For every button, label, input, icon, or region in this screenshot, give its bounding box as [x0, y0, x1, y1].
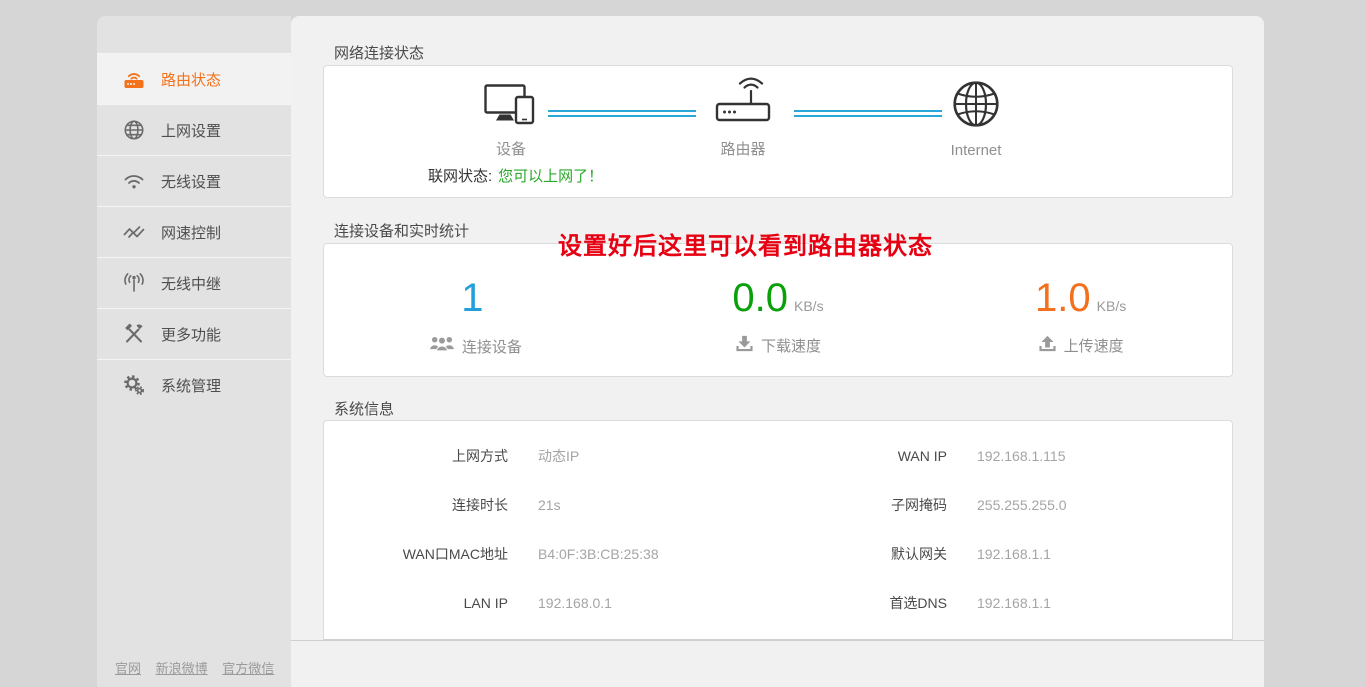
- router-admin-page: 路由状态 上网设置 无线设置 网速控制 无线中继: [0, 0, 1365, 687]
- info-value: B4:0F:3B:CB:25:38: [538, 546, 659, 562]
- info-label: 连接时长: [348, 495, 508, 515]
- sidebar-item-wireless-repeater[interactable]: 无线中继: [97, 257, 291, 308]
- stats-card: 1 连接设备 0.0 KB/s 下载速度: [323, 243, 1233, 377]
- info-row-subnet-mask: 子网掩码 255.255.255.0: [778, 480, 1232, 529]
- stats-title: 连接设备和实时统计: [334, 220, 469, 241]
- internet-node: Internet: [939, 74, 1013, 159]
- download-speed-unit: KB/s: [794, 298, 824, 314]
- network-status-title: 网络连接状态: [334, 42, 424, 63]
- upload-speed-unit: KB/s: [1097, 298, 1127, 314]
- info-label: WAN口MAC地址: [348, 544, 508, 564]
- stat-download-speed: 0.0 KB/s 下载速度: [627, 244, 930, 376]
- network-status-card: 设备 路由器 Internet 联网状态: 您可以上网了！: [323, 65, 1233, 198]
- info-row-connection-type: 上网方式 动态IP: [324, 431, 778, 480]
- info-value: 192.168.1.115: [977, 448, 1066, 464]
- router-node: 路由器: [706, 74, 780, 159]
- info-row-wan-mac: WAN口MAC地址 B4:0F:3B:CB:25:38: [324, 529, 778, 578]
- info-value: 192.168.1.1: [977, 595, 1051, 611]
- info-row-lan-ip: LAN IP 192.168.0.1: [324, 578, 778, 627]
- info-value: 255.255.255.0: [977, 497, 1067, 513]
- info-row-connection-duration: 连接时长 21s: [324, 480, 778, 529]
- upload-speed-label: 上传速度: [1064, 335, 1124, 356]
- sidebar-footer: 官网 新浪微博 官方微信: [115, 658, 285, 677]
- sidebar-item-label: 系统管理: [161, 375, 221, 396]
- router-node-label: 路由器: [720, 138, 765, 159]
- sidebar: 路由状态 上网设置 无线设置 网速控制 无线中继: [97, 16, 291, 687]
- info-label: 上网方式: [348, 446, 508, 466]
- system-info-title: 系统信息: [334, 398, 394, 419]
- footer-link-official-site[interactable]: 官网: [115, 661, 141, 676]
- sidebar-item-more-features[interactable]: 更多功能: [97, 308, 291, 359]
- sidebar-item-label: 更多功能: [161, 324, 221, 345]
- device-node-label: 设备: [496, 138, 526, 159]
- speed-icon: [121, 219, 147, 245]
- download-icon: [735, 335, 754, 356]
- sidebar-item-label: 网速控制: [161, 222, 221, 243]
- sidebar-item-label: 路由状态: [161, 69, 221, 90]
- sidebar-item-router-status[interactable]: 路由状态: [97, 53, 291, 104]
- info-value: 21s: [538, 497, 561, 513]
- users-icon: [429, 335, 455, 357]
- info-label: WAN IP: [778, 448, 947, 464]
- internet-node-label: Internet: [951, 142, 1002, 159]
- status-value: 您可以上网了！: [498, 168, 603, 185]
- sidebar-item-internet-settings[interactable]: 上网设置: [97, 104, 291, 155]
- sidebar-item-system-management[interactable]: 系统管理: [97, 359, 291, 410]
- info-row-wan-ip: WAN IP 192.168.1.115: [778, 431, 1232, 480]
- upload-icon: [1038, 335, 1057, 356]
- repeater-icon: [121, 270, 147, 296]
- stat-upload-speed: 1.0 KB/s 上传速度: [929, 244, 1232, 376]
- download-speed-label: 下载速度: [761, 335, 821, 356]
- link-router-internet: [794, 110, 942, 117]
- stat-connected-devices: 1 连接设备: [324, 244, 627, 376]
- download-speed-value: 0.0: [732, 278, 788, 318]
- wifi-icon: [121, 168, 147, 194]
- info-value: 192.168.0.1: [538, 595, 612, 611]
- info-value: 动态IP: [538, 446, 579, 466]
- sidebar-item-speed-control[interactable]: 网速控制: [97, 206, 291, 257]
- info-value: 192.168.1.1: [977, 546, 1051, 562]
- globe-icon: [121, 117, 147, 143]
- router-device-icon: [710, 73, 776, 130]
- link-devices-router: [548, 110, 696, 117]
- footer-link-official-wechat[interactable]: 官方微信: [222, 661, 274, 676]
- system-info-right-column: WAN IP 192.168.1.115 子网掩码 255.255.255.0 …: [778, 431, 1232, 639]
- sidebar-header: [97, 16, 291, 53]
- tools-icon: [121, 321, 147, 347]
- devices-icon: [484, 84, 538, 130]
- sidebar-item-label: 上网设置: [161, 120, 221, 141]
- connected-devices-label: 连接设备: [462, 336, 522, 357]
- device-node: 设备: [474, 74, 548, 159]
- upload-speed-value: 1.0: [1035, 278, 1091, 318]
- sidebar-item-label: 无线中继: [161, 273, 221, 294]
- info-label: LAN IP: [348, 595, 508, 611]
- info-row-primary-dns: 首选DNS 192.168.1.1: [778, 578, 1232, 627]
- info-row-default-gateway: 默认网关 192.168.1.1: [778, 529, 1232, 578]
- system-info-card: 上网方式 动态IP 连接时长 21s WAN口MAC地址 B4:0F:3B:CB…: [323, 420, 1233, 640]
- system-info-left-column: 上网方式 动态IP 连接时长 21s WAN口MAC地址 B4:0F:3B:CB…: [324, 431, 778, 639]
- info-label: 子网掩码: [778, 495, 947, 515]
- main-panel: 网络连接状态 设备 路由器 Internet: [291, 16, 1264, 687]
- footer-link-sina-weibo[interactable]: 新浪微博: [156, 661, 208, 676]
- annotation-text: 设置好后这里可以看到路由器状态: [558, 226, 933, 261]
- status-label: 联网状态:: [428, 168, 492, 185]
- viewport-cut-line: [291, 640, 1264, 641]
- info-label: 默认网关: [778, 544, 947, 564]
- sidebar-item-label: 无线设置: [161, 171, 221, 192]
- gear-icon: [121, 372, 147, 398]
- info-label: 首选DNS: [778, 593, 947, 613]
- router-icon: [121, 66, 147, 92]
- sidebar-item-wireless-settings[interactable]: 无线设置: [97, 155, 291, 206]
- internet-globe-icon: [951, 79, 1001, 134]
- connection-status: 联网状态: 您可以上网了！: [428, 165, 603, 186]
- connected-devices-value: 1: [461, 278, 483, 318]
